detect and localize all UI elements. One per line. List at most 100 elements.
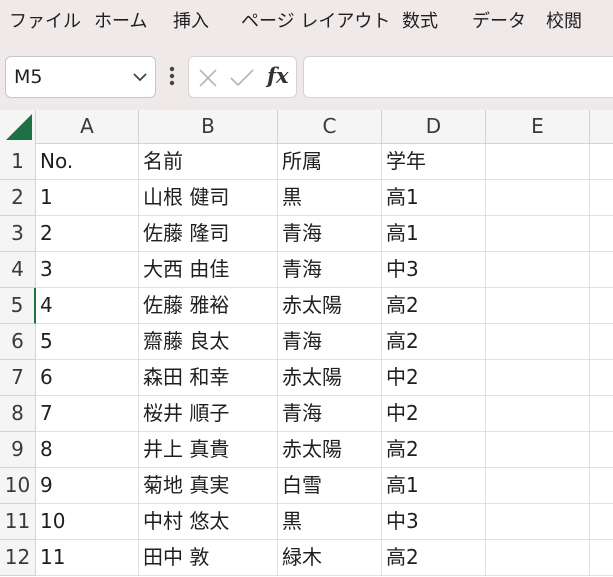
cell-a2[interactable]: 1 xyxy=(36,180,139,216)
check-icon[interactable] xyxy=(229,67,255,89)
tab-formulas[interactable]: 数式 xyxy=(402,11,438,33)
cell-f3[interactable] xyxy=(590,216,613,252)
cell-e7[interactable] xyxy=(486,360,590,396)
cell-b9[interactable]: 井上 真貴 xyxy=(139,432,278,468)
cell-c6[interactable]: 青海 xyxy=(278,324,382,360)
cell-d3[interactable]: 高1 xyxy=(382,216,486,252)
column-header-e[interactable]: E xyxy=(486,110,590,144)
cell-f2[interactable] xyxy=(590,180,613,216)
cell-d11[interactable]: 中3 xyxy=(382,504,486,540)
cell-f7[interactable] xyxy=(590,360,613,396)
cell-b1[interactable]: 名前 xyxy=(139,144,278,180)
cell-e6[interactable] xyxy=(486,324,590,360)
cell-b4[interactable]: 大西 由佳 xyxy=(139,252,278,288)
cell-b10[interactable]: 菊地 真実 xyxy=(139,468,278,504)
cell-a5[interactable]: 4 xyxy=(36,288,139,324)
cell-e4[interactable] xyxy=(486,252,590,288)
cell-e8[interactable] xyxy=(486,396,590,432)
cell-c5[interactable]: 赤太陽 xyxy=(278,288,382,324)
cell-c12[interactable]: 緑木 xyxy=(278,540,382,576)
tab-data[interactable]: データ xyxy=(472,11,526,33)
cell-a1[interactable]: No. xyxy=(36,144,139,180)
row-header[interactable]: 10 xyxy=(0,468,36,504)
row-header[interactable]: 11 xyxy=(0,504,36,540)
tab-file[interactable]: ファイル xyxy=(9,11,81,33)
cell-c4[interactable]: 青海 xyxy=(278,252,382,288)
cell-c10[interactable]: 白雪 xyxy=(278,468,382,504)
cell-f10[interactable] xyxy=(590,468,613,504)
cell-d1[interactable]: 学年 xyxy=(382,144,486,180)
cell-e12[interactable] xyxy=(486,540,590,576)
cell-e2[interactable] xyxy=(486,180,590,216)
cell-a12[interactable]: 11 xyxy=(36,540,139,576)
cell-d2[interactable]: 高1 xyxy=(382,180,486,216)
cell-a3[interactable]: 2 xyxy=(36,216,139,252)
cell-c8[interactable]: 青海 xyxy=(278,396,382,432)
column-header-b[interactable]: B xyxy=(139,110,278,144)
cell-a8[interactable]: 7 xyxy=(36,396,139,432)
row-header[interactable]: 1 xyxy=(0,144,36,180)
cell-b2[interactable]: 山根 健司 xyxy=(139,180,278,216)
cell-b7[interactable]: 森田 和幸 xyxy=(139,360,278,396)
cell-f12[interactable] xyxy=(590,540,613,576)
cell-e1[interactable] xyxy=(486,144,590,180)
cell-c2[interactable]: 黒 xyxy=(278,180,382,216)
row-header[interactable]: 4 xyxy=(0,252,36,288)
cell-e10[interactable] xyxy=(486,468,590,504)
cell-a7[interactable]: 6 xyxy=(36,360,139,396)
row-header[interactable]: 7 xyxy=(0,360,36,396)
cell-f6[interactable] xyxy=(590,324,613,360)
cell-c7[interactable]: 赤太陽 xyxy=(278,360,382,396)
cell-b6[interactable]: 齋藤 良太 xyxy=(139,324,278,360)
row-header[interactable]: 8 xyxy=(0,396,36,432)
insert-function-icon[interactable]: fx xyxy=(267,63,289,89)
cell-f4[interactable] xyxy=(590,252,613,288)
column-header-d[interactable]: D xyxy=(382,110,486,144)
formula-input[interactable] xyxy=(303,56,613,98)
cell-d7[interactable]: 中2 xyxy=(382,360,486,396)
cell-d9[interactable]: 高2 xyxy=(382,432,486,468)
cell-d6[interactable]: 高2 xyxy=(382,324,486,360)
cell-c3[interactable]: 青海 xyxy=(278,216,382,252)
cell-d5[interactable]: 高2 xyxy=(382,288,486,324)
cell-e9[interactable] xyxy=(486,432,590,468)
cell-d12[interactable]: 高2 xyxy=(382,540,486,576)
chevron-down-icon[interactable] xyxy=(131,68,149,86)
cell-f9[interactable] xyxy=(590,432,613,468)
tab-home[interactable]: ホーム xyxy=(94,11,147,33)
cell-a11[interactable]: 10 xyxy=(36,504,139,540)
row-header[interactable]: 3 xyxy=(0,216,36,252)
row-header[interactable]: 12 xyxy=(0,540,36,576)
cell-f1[interactable] xyxy=(590,144,613,180)
tab-insert[interactable]: 挿入 xyxy=(173,11,209,33)
cell-d10[interactable]: 高1 xyxy=(382,468,486,504)
column-header-a[interactable]: A xyxy=(36,110,139,144)
cell-d8[interactable]: 中2 xyxy=(382,396,486,432)
cell-a6[interactable]: 5 xyxy=(36,324,139,360)
select-all-button[interactable] xyxy=(0,110,36,144)
cell-c1[interactable]: 所属 xyxy=(278,144,382,180)
column-header-c[interactable]: C xyxy=(278,110,382,144)
cell-d4[interactable]: 中3 xyxy=(382,252,486,288)
cell-f5[interactable] xyxy=(590,288,613,324)
cell-f8[interactable] xyxy=(590,396,613,432)
row-header[interactable]: 9 xyxy=(0,432,36,468)
name-box[interactable]: M5 xyxy=(5,56,156,98)
cell-e11[interactable] xyxy=(486,504,590,540)
cancel-icon[interactable] xyxy=(197,67,219,89)
row-header[interactable]: 6 xyxy=(0,324,36,360)
cell-c9[interactable]: 赤太陽 xyxy=(278,432,382,468)
cell-a4[interactable]: 3 xyxy=(36,252,139,288)
cell-a9[interactable]: 8 xyxy=(36,432,139,468)
tab-page-layout[interactable]: ページ レイアウト xyxy=(241,11,390,33)
cell-e3[interactable] xyxy=(486,216,590,252)
cell-e5[interactable] xyxy=(486,288,590,324)
cell-f11[interactable] xyxy=(590,504,613,540)
row-header-active[interactable]: 5 xyxy=(0,288,36,324)
cell-c11[interactable]: 黒 xyxy=(278,504,382,540)
cell-b8[interactable]: 桜井 順子 xyxy=(139,396,278,432)
cell-b11[interactable]: 中村 悠太 xyxy=(139,504,278,540)
cell-a10[interactable]: 9 xyxy=(36,468,139,504)
row-header[interactable]: 2 xyxy=(0,180,36,216)
cell-b12[interactable]: 田中 敦 xyxy=(139,540,278,576)
